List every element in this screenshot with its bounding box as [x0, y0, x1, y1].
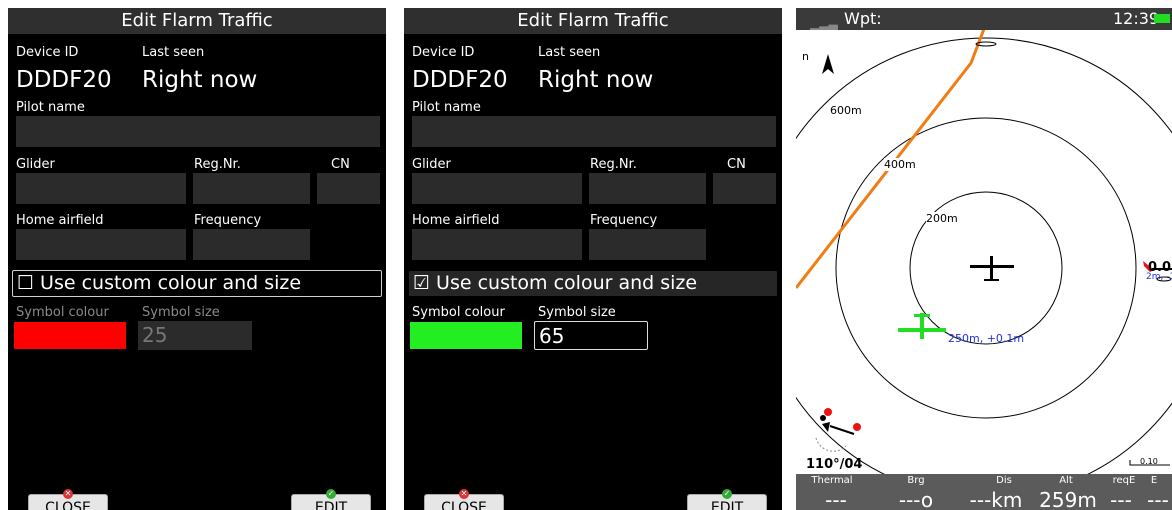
- symbol-colour-swatch[interactable]: [14, 322, 126, 349]
- symbol-size-field[interactable]: 65: [534, 321, 648, 350]
- navbox-label-thermal: Thermal: [811, 475, 853, 486]
- close-button-label: CLOSE: [441, 500, 487, 510]
- wind-readout: 110°/04: [806, 457, 863, 472]
- navbox-value-dis: ---km: [969, 488, 1023, 510]
- north-arrow-icon: [822, 54, 834, 74]
- check-icon: ✓: [326, 489, 336, 499]
- navbox-value-brg: ---o: [898, 488, 934, 510]
- pilot-name-field[interactable]: [412, 116, 776, 147]
- close-button[interactable]: ✕ CLOSE: [28, 489, 108, 510]
- last-seen-value: Right now: [538, 67, 654, 93]
- frequency-field[interactable]: [589, 229, 706, 260]
- status-bar: ▁▂▃ Wpt: 12:39: [796, 8, 1172, 30]
- route-line: [796, 8, 994, 289]
- glider-field[interactable]: [16, 173, 186, 204]
- cn-label: CN: [331, 157, 350, 172]
- home-airfield-field[interactable]: [16, 229, 186, 260]
- green-traffic-glider-icon: [898, 313, 946, 339]
- last-seen-label: Last seen: [538, 45, 601, 60]
- glider-label: Glider: [412, 157, 451, 172]
- symbol-size-label: Symbol size: [538, 305, 616, 320]
- waypoint-label: Wpt:: [844, 9, 882, 28]
- radar-canvas[interactable]: [796, 8, 1172, 510]
- frequency-field[interactable]: [193, 229, 310, 260]
- close-icon: ✕: [459, 489, 469, 499]
- flarm-radar-map[interactable]: ▁▂▃ Wpt: 12:39 n 600m 400m 200m 0.0 2m, …: [796, 8, 1172, 510]
- own-glider-icon: [970, 256, 1014, 281]
- ring-label-400: 400m: [884, 158, 916, 171]
- cn-field[interactable]: [713, 173, 776, 204]
- checkbox-label: Use custom colour and size: [436, 272, 698, 294]
- ring-label-200: 200m: [926, 212, 958, 225]
- device-id-label: Device ID: [16, 45, 79, 60]
- reg-nr-label: Reg.Nr.: [590, 157, 637, 172]
- symbol-colour-label: Symbol colour: [16, 305, 109, 320]
- traffic-distance-label: 2m, -1: [1146, 272, 1172, 282]
- close-button-label: CLOSE: [45, 500, 91, 510]
- last-seen-label: Last seen: [142, 45, 205, 60]
- custom-colour-checkbox[interactable]: ☑ Use custom colour and size: [408, 270, 778, 297]
- green-traffic-label[interactable]: 250m, +0.1m: [948, 332, 1024, 345]
- close-icon: ✕: [63, 489, 73, 499]
- reg-nr-label: Reg.Nr.: [194, 157, 241, 172]
- window-title: Edit Flarm Traffic: [404, 8, 782, 34]
- last-seen-value: Right now: [142, 67, 258, 93]
- nav-boxes-bar[interactable]: Thermal Brg Dis Alt reqE E --- ---o ---k…: [796, 474, 1172, 510]
- symbol-colour-label: Symbol colour: [412, 305, 505, 320]
- symbol-size-label: Symbol size: [142, 305, 220, 320]
- edit-button-label: EDIT: [710, 500, 744, 510]
- pilot-name-field[interactable]: [16, 116, 380, 147]
- device-id-label: Device ID: [412, 45, 475, 60]
- navbox-value-e: ---: [1147, 488, 1169, 510]
- symbol-size-field[interactable]: 25: [138, 321, 252, 350]
- battery-icon: [1154, 14, 1170, 23]
- pilot-name-label: Pilot name: [16, 100, 85, 115]
- frequency-label: Frequency: [194, 213, 262, 228]
- north-label: n: [802, 50, 809, 63]
- home-airfield-label: Home airfield: [412, 213, 500, 228]
- pilot-name-label: Pilot name: [412, 100, 481, 115]
- checkbox-checked-icon: ☑: [413, 272, 431, 294]
- device-id-value: DDDF20: [412, 67, 508, 93]
- reg-nr-field[interactable]: [193, 173, 310, 204]
- reg-nr-field[interactable]: [589, 173, 706, 204]
- clock: 12:39: [1113, 9, 1160, 28]
- checkbox-label: Use custom colour and size: [40, 272, 302, 294]
- check-icon: ✓: [722, 489, 732, 499]
- symbol-colour-swatch[interactable]: [410, 322, 522, 349]
- glider-label: Glider: [16, 157, 55, 172]
- edit-button-label: EDIT: [314, 500, 348, 510]
- navbox-value-thermal: ---: [825, 488, 847, 510]
- custom-colour-checkbox[interactable]: ☐ Use custom colour and size: [12, 270, 382, 297]
- navbox-label-alt: Alt: [1059, 475, 1073, 486]
- cn-field[interactable]: [317, 173, 380, 204]
- navbox-label-e: E: [1150, 475, 1158, 486]
- ring-label-600: 600m: [830, 104, 862, 117]
- edit-button[interactable]: ✓ EDIT: [291, 489, 371, 510]
- home-airfield-label: Home airfield: [16, 213, 104, 228]
- device-id-value: DDDF20: [16, 67, 112, 93]
- signal-icon: ▁▂▃: [810, 16, 838, 30]
- cn-label: CN: [727, 157, 746, 172]
- checkbox-unchecked-icon: ☐: [17, 272, 35, 294]
- edit-button[interactable]: ✓ EDIT: [687, 489, 767, 510]
- scale-label: 0.10: [1140, 457, 1158, 466]
- close-button[interactable]: ✕ CLOSE: [424, 489, 504, 510]
- edit-flarm-screen-enabled: Edit Flarm Traffic Device ID Last seen D…: [404, 8, 782, 510]
- navbox-label-brg: Brg: [907, 475, 925, 486]
- navbox-label-dis: Dis: [996, 475, 1012, 486]
- glider-field[interactable]: [412, 173, 582, 204]
- home-airfield-field[interactable]: [412, 229, 582, 260]
- frequency-label: Frequency: [590, 213, 658, 228]
- edit-flarm-screen-disabled: Edit Flarm Traffic Device ID Last seen D…: [8, 8, 386, 510]
- window-title: Edit Flarm Traffic: [8, 8, 386, 34]
